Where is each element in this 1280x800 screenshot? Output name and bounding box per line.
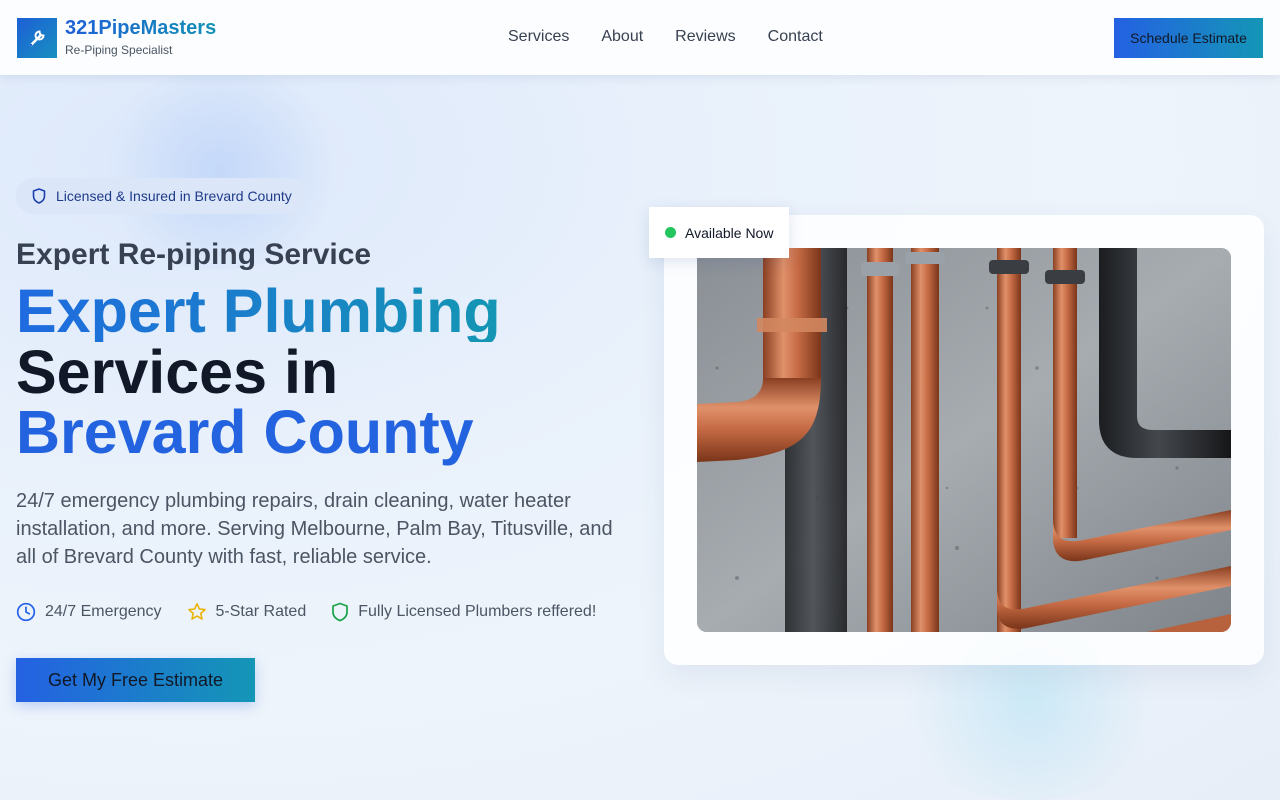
get-free-estimate-button[interactable]: Get My Free Estimate	[16, 658, 255, 702]
schedule-estimate-button[interactable]: Schedule Estimate	[1114, 18, 1263, 58]
hero-title-line-1: Expert Plumbing	[16, 277, 501, 345]
site-header: 321PipeMasters Re-Piping Specialist Serv…	[0, 0, 1280, 75]
pipes-illustration	[697, 248, 1231, 632]
brand-name[interactable]: 321PipeMasters	[65, 17, 216, 40]
hero-subheading: Expert Re-piping Service	[16, 238, 372, 271]
feature-rated: 5-Star Rated	[187, 602, 307, 622]
brand-tagline: Re-Piping Specialist	[65, 43, 173, 57]
nav-link-reviews[interactable]: Reviews	[675, 28, 735, 46]
star-icon	[187, 603, 206, 620]
feature-label: 24/7 Emergency	[45, 603, 162, 620]
shield-icon	[32, 188, 46, 204]
nav-link-services[interactable]: Services	[508, 28, 569, 46]
shield-icon	[332, 602, 349, 622]
feature-licensed: Fully Licensed Plumbers reffered!	[331, 602, 596, 622]
feature-label: 5-Star Rated	[215, 603, 307, 620]
nav-link-contact[interactable]: Contact	[768, 28, 823, 46]
wrench-icon	[29, 30, 45, 47]
feature-emergency: 24/7 Emergency	[16, 602, 162, 622]
availability-text: Available Now	[685, 224, 774, 241]
feature-list: 24/7 Emergency 5-Star Rated Fully Licens…	[16, 602, 621, 622]
clock-icon	[16, 602, 36, 622]
hero-description: 24/7 emergency plumbing repairs, drain c…	[16, 490, 613, 568]
hero-title-line-2: Services in	[16, 338, 339, 406]
status-dot-icon	[665, 227, 676, 238]
availability-badge: Available Now	[649, 207, 789, 258]
nav-link-about[interactable]: About	[601, 28, 643, 46]
badge-text: Licensed & Insured in Brevard County	[56, 188, 292, 204]
copper-pipes-photo	[697, 248, 1231, 632]
logo[interactable]	[17, 18, 57, 58]
feature-label: Fully Licensed Plumbers reffered!	[358, 603, 597, 620]
main-nav: Services About Reviews Contact	[508, 28, 855, 46]
hero-title-line-3: Brevard County	[16, 398, 474, 466]
license-badge: Licensed & Insured in Brevard County	[16, 178, 308, 214]
